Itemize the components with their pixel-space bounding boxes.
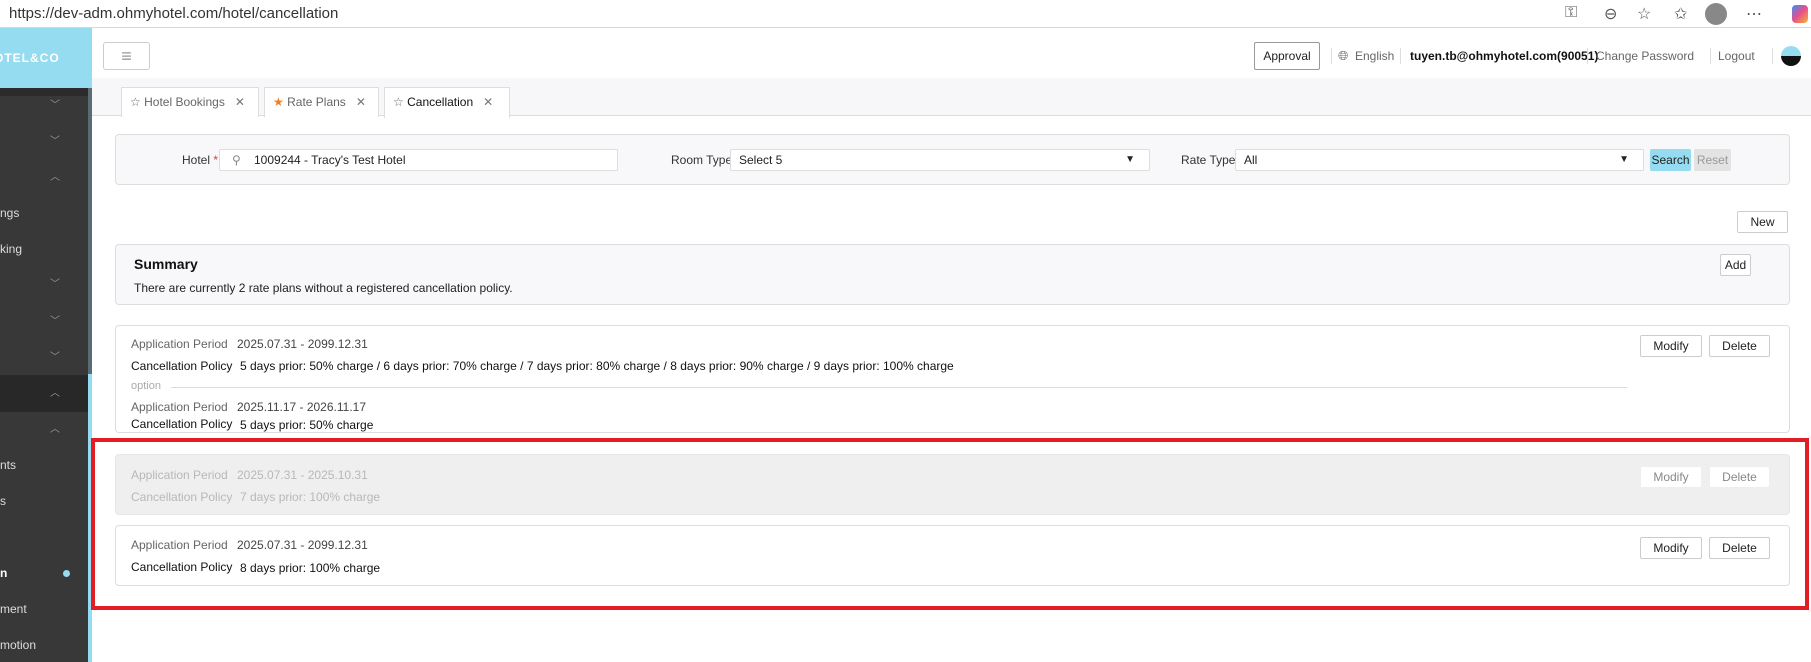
sidebar-item[interactable]: ngs — [0, 198, 88, 228]
globe-icon: 🌐︎ — [1338, 48, 1349, 63]
copilot-icon[interactable] — [1792, 5, 1808, 23]
sidebar-subitem[interactable] — [0, 522, 88, 552]
room-type-select[interactable]: Select 5 ▼ — [730, 149, 1150, 171]
policy-label: Cancellation Policy — [131, 417, 233, 431]
divider — [1331, 48, 1332, 64]
chevron-down-icon: ﹀ — [50, 279, 60, 290]
divider — [1400, 48, 1401, 64]
dropdown-caret-icon: ▼ — [1619, 154, 1629, 165]
sidebar-subitem-active[interactable]: n — [0, 558, 88, 588]
chevron-down-icon: ﹀ — [50, 352, 60, 363]
sidebar-item[interactable]: ﹀ — [0, 307, 88, 337]
policy-value: 5 days prior: 50% charge / 6 days prior:… — [240, 359, 954, 373]
browser-toolbar: https://dev-adm.ohmyhotel.com/hotel/canc… — [0, 0, 1811, 28]
chevron-up-icon: ︿ — [50, 424, 60, 435]
divider — [1772, 48, 1773, 64]
tab-cancellation[interactable]: ☆ Cancellation ✕ — [384, 87, 510, 118]
hotel-search-input[interactable]: ⚲ 1009244 - Tracy's Test Hotel — [219, 149, 618, 171]
zoom-out-icon[interactable]: ⊖ — [1604, 4, 1617, 24]
hotel-label: Hotel * — [182, 153, 219, 167]
approval-button[interactable]: Approval — [1254, 42, 1320, 70]
summary-panel: Summary There are currently 2 rate plans… — [115, 244, 1790, 305]
active-dot-icon — [63, 570, 70, 577]
more-icon[interactable]: ⋯ — [1746, 4, 1762, 24]
chevron-up-icon: ︿ — [50, 172, 60, 183]
period-value: 2025.07.31 - 2099.12.31 — [237, 337, 368, 351]
profile-avatar[interactable] — [1705, 3, 1727, 25]
dropdown-caret-icon: ▼ — [1125, 154, 1135, 165]
favorites-icon[interactable]: ✩ — [1674, 4, 1687, 24]
change-password-link[interactable]: Change Password — [1596, 49, 1694, 63]
policy-card: Application Period 2025.07.31 - 2099.12.… — [115, 325, 1790, 433]
key-icon[interactable]: ⚿ — [1565, 4, 1577, 22]
room-type-label: Room Type — [671, 153, 733, 167]
chevron-down-icon: ﹀ — [50, 316, 60, 327]
user-account: tuyen.tb@ohmyhotel.com(90051) — [1410, 49, 1599, 63]
close-icon[interactable]: ✕ — [356, 95, 366, 109]
language-selector[interactable]: English — [1355, 49, 1394, 63]
divider — [1710, 48, 1711, 64]
option-label: option — [131, 380, 161, 392]
sidebar-item[interactable]: ︿ — [0, 163, 88, 193]
add-button[interactable]: Add — [1720, 254, 1751, 276]
rate-type-label: Rate Type — [1181, 153, 1236, 167]
modify-button[interactable]: Modify — [1640, 335, 1702, 357]
period-label: Application Period — [131, 400, 228, 414]
star-filled-icon[interactable]: ★ — [273, 95, 284, 109]
policy-label: Cancellation Policy — [131, 359, 233, 373]
sidebar-item[interactable]: ﹀ — [0, 270, 88, 300]
sidebar-subitem[interactable]: ment — [0, 594, 88, 624]
star-outline-icon[interactable]: ☆ — [130, 95, 141, 109]
new-button[interactable]: New — [1737, 211, 1788, 233]
sidebar-subitem[interactable]: s — [0, 486, 88, 516]
sidebar-item[interactable]: ﹀ — [0, 343, 88, 373]
sidebar-item[interactable]: ﹀ — [0, 127, 88, 157]
sidebar-item-selected[interactable]: ︿ — [0, 375, 88, 412]
logo[interactable]: OTEL&CO — [0, 28, 92, 88]
hamburger-icon: ≡ — [121, 46, 132, 66]
chevron-down-icon: ﹀ — [50, 136, 60, 147]
menu-toggle-button[interactable]: ≡ — [103, 42, 150, 70]
sidebar-subitem[interactable]: motion — [0, 630, 88, 660]
reset-button[interactable]: Reset — [1694, 149, 1731, 171]
sidebar-item[interactable]: king — [0, 234, 88, 264]
policy-value: 5 days prior: 50% charge — [240, 418, 374, 432]
period-value: 2025.11.17 - 2026.11.17 — [237, 400, 366, 414]
divider — [1587, 48, 1588, 64]
period-label: Application Period — [131, 337, 228, 351]
delete-button[interactable]: Delete — [1709, 335, 1770, 357]
tab-hotel-bookings[interactable]: ☆ Hotel Bookings ✕ — [121, 87, 259, 117]
star-outline-icon[interactable]: ☆ — [393, 95, 404, 109]
close-icon[interactable]: ✕ — [235, 95, 245, 109]
sidebar-item[interactable]: ︿ — [0, 415, 88, 445]
chevron-up-icon: ︿ — [50, 388, 60, 399]
tab-rate-plans[interactable]: ★ Rate Plans ✕ — [264, 87, 379, 117]
address-bar[interactable]: https://dev-adm.ohmyhotel.com/hotel/canc… — [9, 5, 338, 22]
chevron-down-icon: ﹀ — [50, 100, 60, 111]
highlight-box — [91, 438, 1809, 610]
sidebar-subitem[interactable]: nts — [0, 450, 88, 480]
theme-icon[interactable] — [1781, 46, 1801, 66]
summary-title: Summary — [134, 256, 198, 272]
filter-panel: Hotel * ⚲ 1009244 - Tracy's Test Hotel R… — [115, 134, 1790, 185]
close-icon[interactable]: ✕ — [483, 95, 493, 109]
rate-type-select[interactable]: All ▼ — [1235, 149, 1644, 171]
search-button[interactable]: Search — [1650, 149, 1691, 171]
favorite-star-icon[interactable]: ☆ — [1637, 4, 1651, 24]
logout-link[interactable]: Logout — [1718, 49, 1755, 63]
summary-text: There are currently 2 rate plans without… — [134, 281, 513, 295]
search-icon: ⚲ — [232, 153, 241, 167]
option-divider — [171, 387, 1627, 388]
sidebar-item[interactable]: ﹀ — [0, 91, 88, 121]
sidebar-scrollbar-thumb[interactable] — [88, 88, 92, 374]
